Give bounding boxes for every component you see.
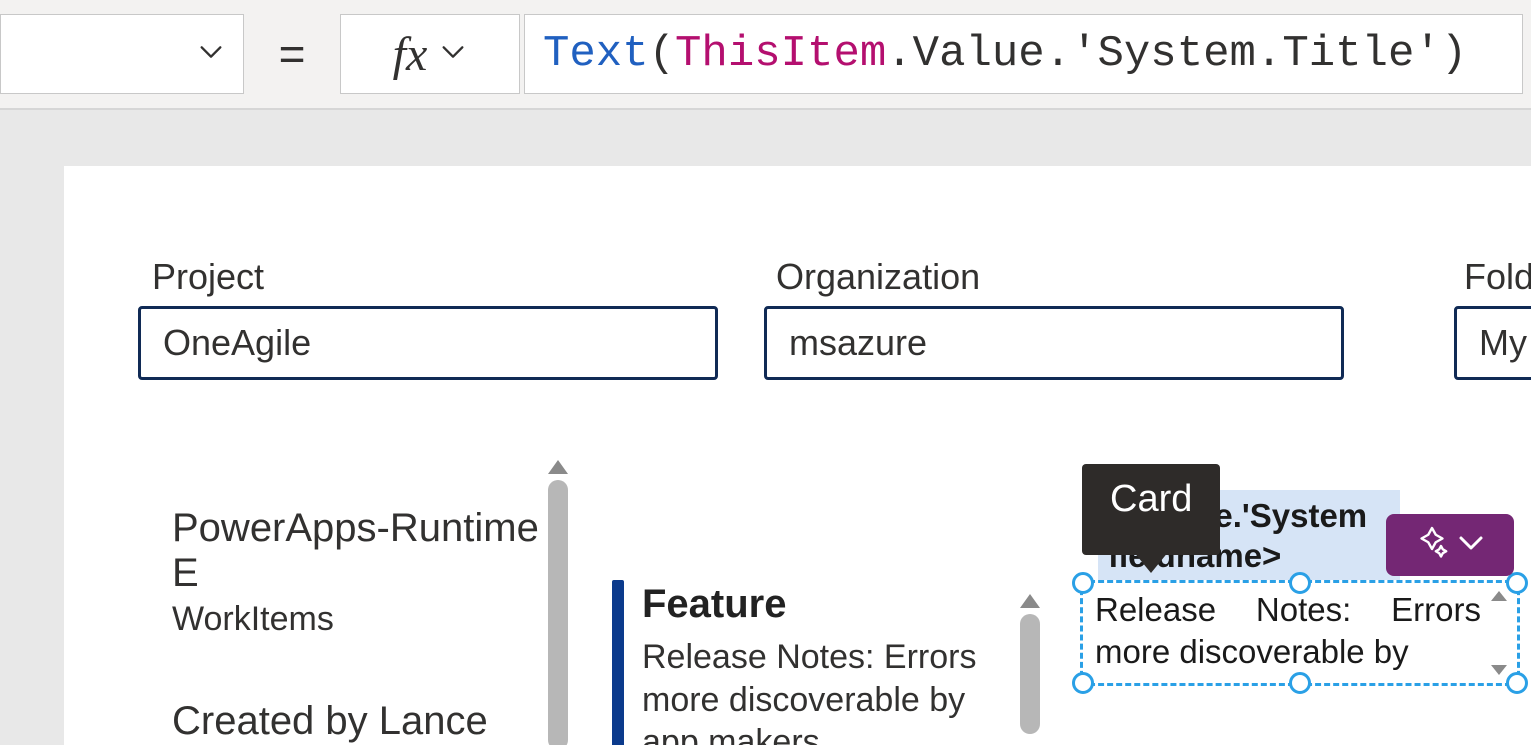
- copilot-icon: [1414, 525, 1450, 566]
- nudge-up-icon[interactable]: [1487, 589, 1511, 603]
- card-tooltip-label: Card: [1110, 478, 1192, 520]
- resize-handle-sw[interactable]: [1072, 672, 1094, 694]
- project-label: Project: [152, 256, 264, 298]
- chevron-down-icon: [197, 38, 225, 71]
- formula-token-rest: .Value.'System.Title': [886, 29, 1441, 79]
- formula-token-function: Text: [543, 29, 649, 79]
- organization-value: msazure: [789, 322, 927, 364]
- folder-label: Fold: [1464, 256, 1531, 298]
- canvas-background: Project OneAgile Organization msazure Fo…: [0, 110, 1531, 745]
- scrollbar[interactable]: [1020, 614, 1040, 734]
- scroll-up-icon: [548, 460, 568, 474]
- app-canvas[interactable]: Project OneAgile Organization msazure Fo…: [64, 166, 1531, 745]
- card-tooltip: Card: [1082, 464, 1220, 555]
- project-value: OneAgile: [163, 322, 311, 364]
- project-input[interactable]: OneAgile: [138, 306, 718, 380]
- equals-sign: =: [262, 27, 322, 81]
- resize-handle-ne[interactable]: [1506, 572, 1528, 594]
- scroll-up-icon: [1020, 594, 1040, 608]
- organization-label: Organization: [776, 256, 980, 298]
- item-type: Feature: [642, 582, 787, 627]
- folder-value: My: [1479, 322, 1527, 364]
- selected-card-text: Release Notes: Errors more discoverable …: [1095, 589, 1481, 677]
- list-item[interactable]: PowerApps-Runtime - E WorkItems: [172, 506, 592, 639]
- item-accent-bar: [612, 580, 624, 745]
- formula-token-open: (: [649, 29, 675, 79]
- resize-handle-nw[interactable]: [1072, 572, 1094, 594]
- folder-input[interactable]: My: [1454, 306, 1531, 380]
- list-item-title: Created by Lance: [172, 699, 592, 744]
- resize-handle-n[interactable]: [1289, 572, 1311, 594]
- selected-card[interactable]: Release Notes: Errors more discoverable …: [1080, 580, 1520, 686]
- formula-token-close: ): [1441, 29, 1467, 79]
- list-item-title: PowerApps-Runtime - E: [172, 506, 592, 596]
- fx-icon: fx: [393, 27, 428, 82]
- nudge-down-icon[interactable]: [1487, 663, 1511, 677]
- list-item-subtitle: WorkItems: [172, 600, 592, 639]
- copilot-button[interactable]: [1386, 514, 1514, 576]
- organization-input[interactable]: msazure: [764, 306, 1344, 380]
- item-body: Release Notes: Errors more discoverable …: [642, 636, 982, 745]
- query-list: PowerApps-Runtime - E WorkItems Created …: [172, 506, 592, 745]
- formula-input[interactable]: Text ( ThisItem .Value.'System.Title' ): [524, 14, 1523, 94]
- fx-button[interactable]: fx: [340, 14, 520, 94]
- property-selector[interactable]: [0, 14, 244, 94]
- resize-handle-s[interactable]: [1289, 672, 1311, 694]
- scrollbar[interactable]: [548, 480, 568, 745]
- formula-token-thisitem: ThisItem: [675, 29, 886, 79]
- chevron-down-icon: [1456, 528, 1486, 563]
- list-item[interactable]: Created by Lance WorkItems: [172, 699, 592, 745]
- formula-bar: = fx Text ( ThisItem .Value.'System.Titl…: [0, 0, 1531, 110]
- chevron-down-icon: [439, 38, 467, 71]
- resize-handle-se[interactable]: [1506, 672, 1528, 694]
